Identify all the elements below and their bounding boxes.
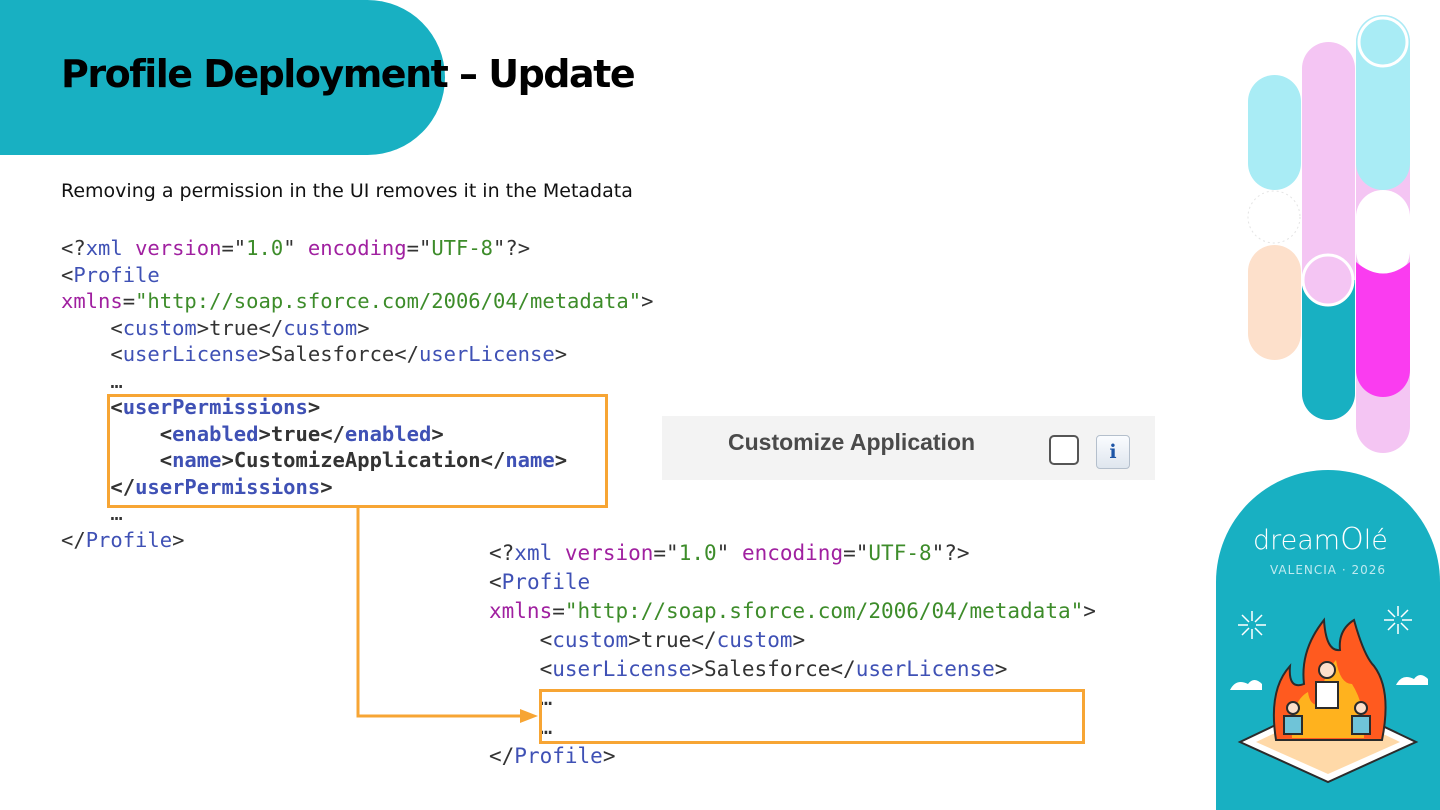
event-branding-panel: dreamOlé VALENCIA · 2026 (1216, 470, 1440, 810)
bonfire-illustration (1230, 606, 1428, 784)
